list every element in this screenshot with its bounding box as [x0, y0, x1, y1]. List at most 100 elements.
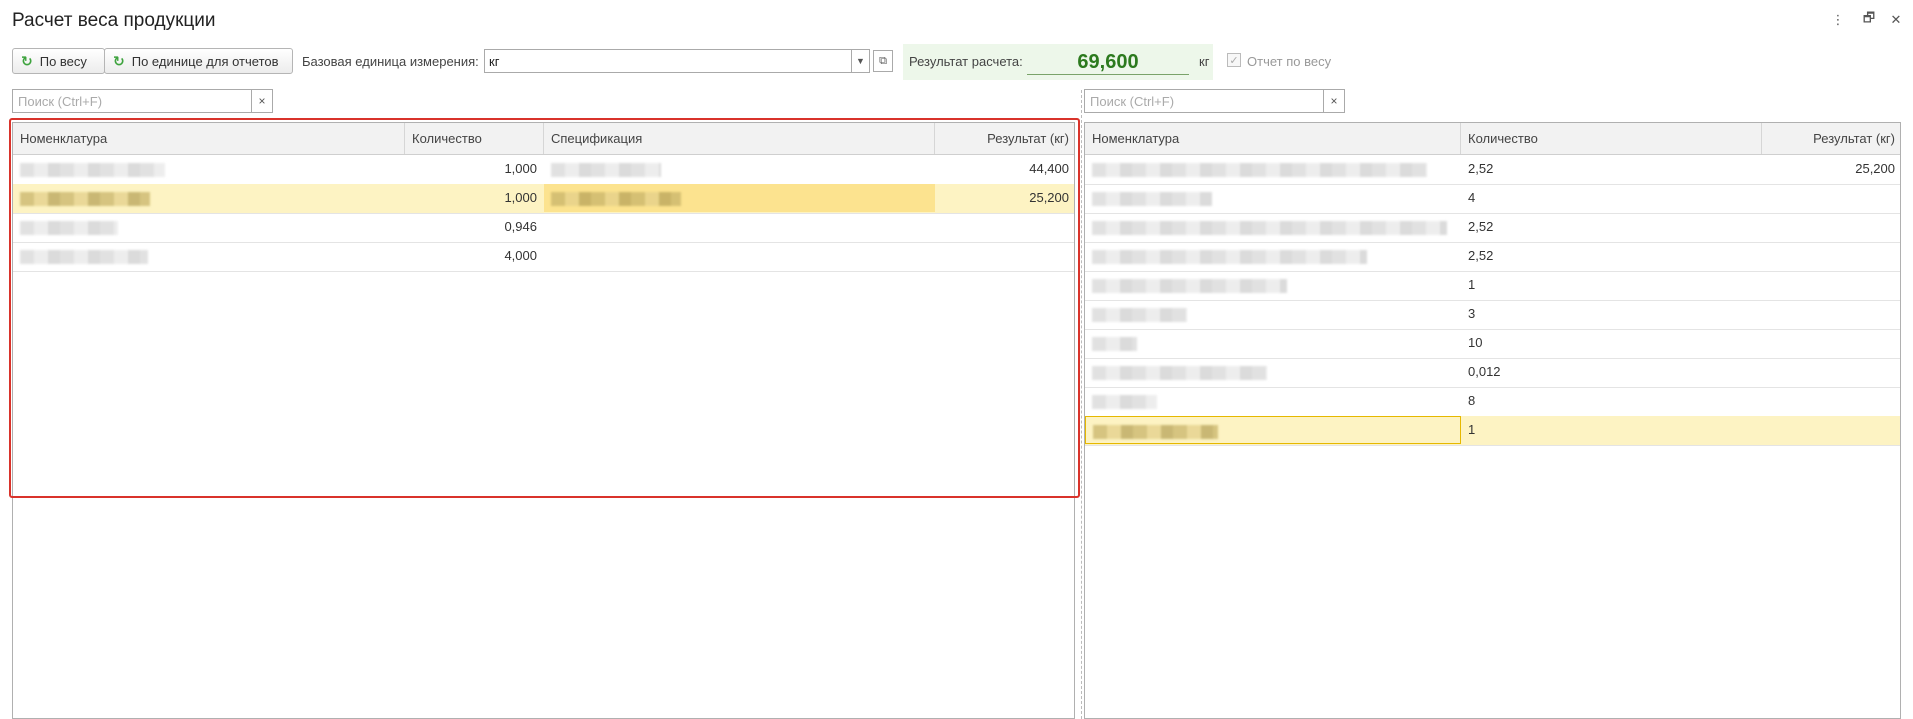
- nomenclature-cell: [1085, 387, 1461, 415]
- column-header-result[interactable]: Результат (кг): [935, 123, 1074, 154]
- specification-cell[interactable]: [544, 184, 935, 212]
- by-weight-label: По весу: [39, 53, 87, 69]
- table-row[interactable]: 8: [1085, 387, 1900, 417]
- redacted-text: [20, 162, 165, 177]
- quantity-cell: 2,52: [1468, 161, 1494, 176]
- nomenclature-cell: [1085, 213, 1461, 241]
- nomenclature-cell: [1085, 358, 1461, 386]
- result-cell: [1762, 184, 1900, 212]
- redacted-text: [20, 220, 118, 235]
- refresh-icon: ↻: [113, 52, 125, 69]
- table-row[interactable]: 4,000: [13, 242, 1074, 272]
- nomenclature-cell: [1085, 300, 1461, 328]
- result-cell: [1762, 300, 1900, 328]
- table-row[interactable]: 0,946: [13, 213, 1074, 243]
- nomenclature-cell: [13, 184, 405, 212]
- restore-window-icon[interactable]: 🗗: [1859, 10, 1879, 30]
- table-row[interactable]: 4: [1085, 184, 1900, 214]
- column-header-result[interactable]: Результат (кг): [1762, 123, 1900, 154]
- table-header: Номенклатура Количество Результат (кг): [1085, 123, 1900, 155]
- table-row-selected[interactable]: 1,000 25,200: [13, 184, 1074, 214]
- table-row[interactable]: 1,000 44,400: [13, 155, 1074, 185]
- table-row-selected[interactable]: 1: [1085, 416, 1900, 446]
- quantity-cell: 1: [1468, 277, 1476, 292]
- redacted-text: [1092, 278, 1287, 293]
- left-search-input[interactable]: Поиск (Ctrl+F): [12, 89, 252, 113]
- table-row[interactable]: 10: [1085, 329, 1900, 359]
- by-unit-button[interactable]: ↻ По единице для отчетов: [104, 48, 293, 74]
- left-products-table[interactable]: Номенклатура Количество Спецификация Рез…: [12, 122, 1075, 719]
- redacted-text: [1092, 220, 1447, 235]
- nomenclature-cell: [1085, 184, 1461, 212]
- nomenclature-cell: [13, 155, 405, 183]
- result-cell: [1762, 213, 1900, 241]
- nomenclature-cell: [1085, 329, 1461, 357]
- result-cell: [1762, 271, 1900, 299]
- result-cell: [1762, 358, 1900, 386]
- redacted-text: [1092, 394, 1157, 409]
- result-cell: 25,200: [1855, 161, 1895, 176]
- base-unit-label: Базовая единица измерения:: [302, 54, 479, 69]
- quantity-cell: 8: [1468, 393, 1476, 408]
- table-row[interactable]: 3: [1085, 300, 1900, 330]
- redacted-text: [1092, 365, 1267, 380]
- report-by-weight-label: Отчет по весу: [1247, 54, 1332, 69]
- result-cell: [935, 242, 1074, 270]
- result-cell: [1762, 242, 1900, 270]
- result-cell: [1762, 387, 1900, 415]
- redacted-text: [1092, 191, 1212, 206]
- result-label: Результат расчета:: [909, 54, 1023, 69]
- redacted-text: [551, 191, 681, 206]
- quantity-cell: 0,946: [504, 219, 537, 234]
- result-cell: [935, 213, 1074, 241]
- column-header-specification[interactable]: Спецификация: [544, 123, 935, 154]
- redacted-text: [20, 249, 148, 264]
- more-menu-icon[interactable]: ⋮: [1828, 10, 1848, 30]
- column-header-quantity[interactable]: Количество: [405, 123, 544, 154]
- table-row[interactable]: 2,52 25,200: [1085, 155, 1900, 185]
- quantity-cell: 2,52: [1468, 248, 1494, 263]
- result-cell: 44,400: [1029, 161, 1069, 176]
- open-link-icon[interactable]: ⧉: [873, 50, 893, 72]
- nomenclature-cell[interactable]: [1085, 416, 1461, 444]
- quantity-cell: 1,000: [504, 190, 537, 205]
- window-title: Расчет веса продукции: [12, 10, 216, 31]
- refresh-icon: ↻: [21, 52, 33, 69]
- right-components-table[interactable]: Номенклатура Количество Результат (кг) 2…: [1084, 122, 1901, 719]
- column-header-quantity[interactable]: Количество: [1461, 123, 1762, 154]
- quantity-cell: 3: [1468, 306, 1476, 321]
- nomenclature-cell: [13, 242, 405, 270]
- right-search-clear-icon[interactable]: ×: [1324, 89, 1345, 113]
- column-header-nomenclature[interactable]: Номенклатура: [13, 123, 405, 154]
- quantity-cell: 4,000: [504, 248, 537, 263]
- redacted-text: [1092, 162, 1427, 177]
- quantity-cell: 4: [1468, 190, 1476, 205]
- result-cell: 25,200: [1029, 190, 1069, 205]
- result-cell: [1762, 329, 1900, 357]
- table-row[interactable]: 2,52: [1085, 213, 1900, 243]
- quantity-cell: 1: [1468, 422, 1476, 437]
- left-search-clear-icon[interactable]: ×: [252, 89, 273, 113]
- dropdown-icon[interactable]: ▼: [852, 49, 870, 73]
- nomenclature-cell: [13, 213, 405, 241]
- table-row[interactable]: 1: [1085, 271, 1900, 301]
- result-unit: кг: [1199, 54, 1210, 69]
- result-value: 69,600: [1027, 48, 1189, 75]
- table-header: Номенклатура Количество Спецификация Рез…: [13, 123, 1074, 155]
- nomenclature-cell: [1085, 155, 1461, 183]
- column-header-nomenclature[interactable]: Номенклатура: [1085, 123, 1461, 154]
- right-search-input[interactable]: Поиск (Ctrl+F): [1084, 89, 1324, 113]
- by-unit-label: По единице для отчетов: [131, 53, 279, 69]
- close-window-icon[interactable]: ✕: [1886, 10, 1906, 30]
- table-row[interactable]: 0,012: [1085, 358, 1900, 388]
- specification-cell: [544, 155, 935, 183]
- specification-cell: [544, 213, 935, 241]
- panel-splitter[interactable]: [1081, 90, 1082, 719]
- report-by-weight-checkbox[interactable]: ✓: [1227, 53, 1241, 67]
- table-row[interactable]: 2,52: [1085, 242, 1900, 272]
- base-unit-input[interactable]: кг: [484, 49, 852, 73]
- redacted-text: [1092, 307, 1187, 322]
- redacted-text: [1093, 424, 1218, 439]
- redacted-text: [20, 191, 150, 206]
- by-weight-button[interactable]: ↻ По весу: [12, 48, 105, 74]
